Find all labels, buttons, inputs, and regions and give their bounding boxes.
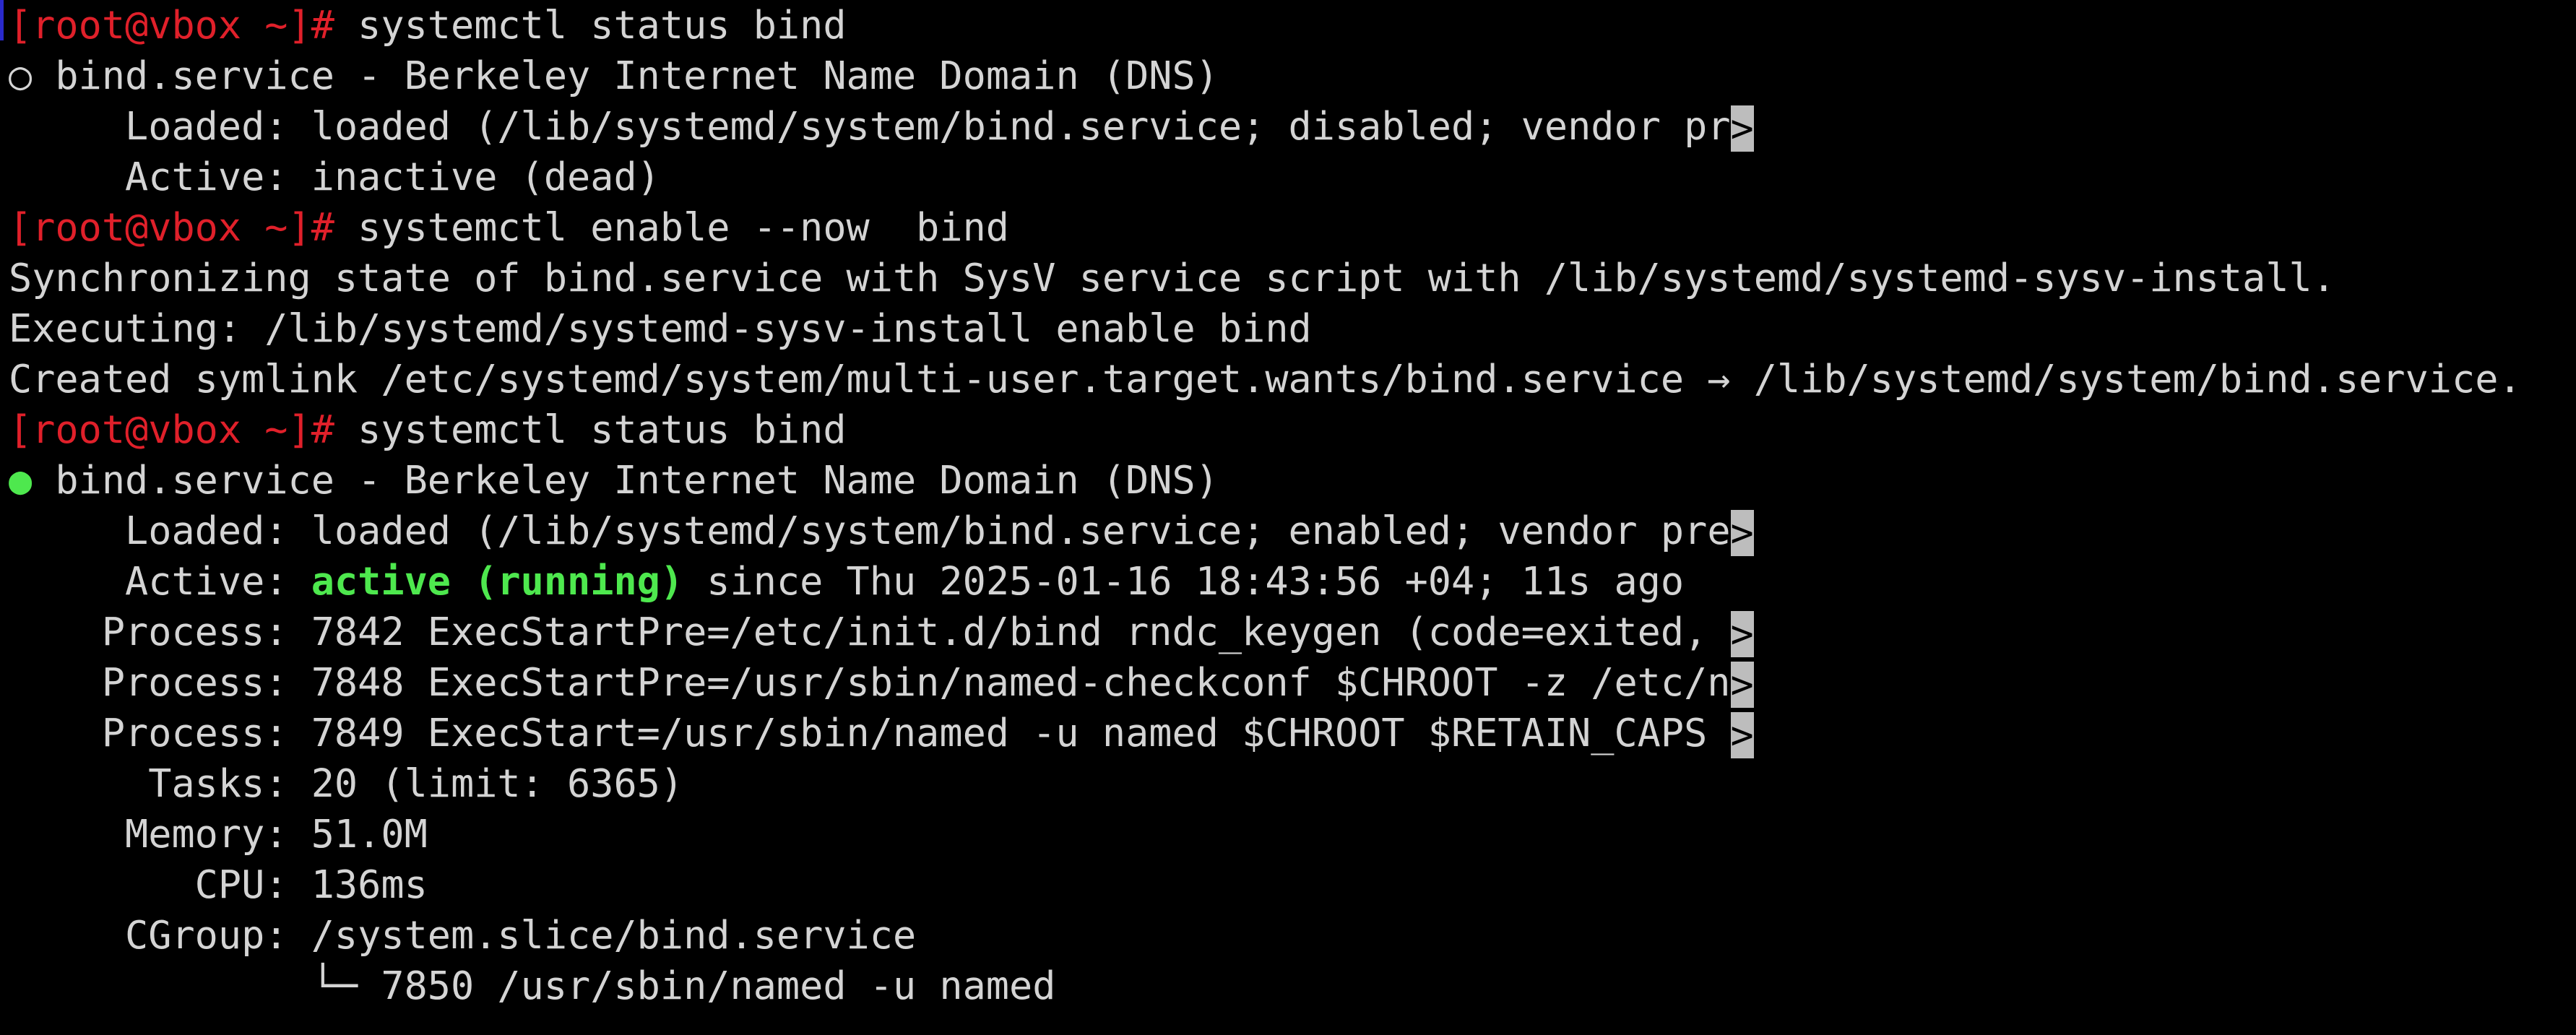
process-text: Process: 7848 ExecStartPre=/usr/sbin/nam… — [9, 659, 1731, 705]
active-state: active (running) — [311, 558, 684, 604]
cpu-line: CPU: 136ms — [9, 862, 428, 907]
cgroup-child-line: └─ 7850 /usr/sbin/named -u named — [9, 963, 1056, 1008]
loaded-label: Loaded: — [9, 103, 288, 149]
service-name: bind.service - Berkeley Internet Name Do… — [32, 53, 1219, 98]
status-dot-icon: ○ — [9, 53, 33, 98]
service-header: ○ bind.service - Berkeley Internet Name … — [9, 51, 1219, 101]
output-line: Synchronizing state of bind.service with… — [9, 255, 2335, 300]
truncation-marker-icon: > — [1730, 611, 1754, 658]
truncation-marker-icon: > — [1730, 662, 1754, 709]
truncation-marker-icon: > — [1730, 712, 1754, 759]
terminal-window[interactable]: [root@vbox ~]# systemctl status bind ○ b… — [0, 0, 2576, 1035]
memory-line: Memory: 51.0M — [9, 811, 428, 857]
process-text: Process: 7849 ExecStart=/usr/sbin/named … — [9, 710, 1731, 755]
loaded-line: Loaded: loaded (/lib/systemd/system/bind… — [9, 506, 1754, 557]
process-line: Process: 7842 ExecStartPre=/etc/init.d/b… — [9, 607, 1754, 658]
service-header: ● bind.service - Berkeley Internet Name … — [9, 455, 1219, 506]
tasks-line: Tasks: 20 (limit: 6365) — [9, 761, 684, 806]
command-line: [root@vbox ~]# systemctl status bind — [9, 0, 847, 51]
selection-marker — [0, 0, 4, 40]
active-line: Active: inactive (dead) — [9, 152, 660, 202]
loaded-label: Loaded: — [9, 508, 288, 553]
command-line: [root@vbox ~]# systemctl status bind — [9, 404, 847, 455]
cgroup-line: CGroup: /system.slice/bind.service — [9, 912, 917, 958]
shell-prompt: [root@vbox ~]# — [9, 2, 334, 48]
command-line: [root@vbox ~]# systemctl enable --now bi… — [9, 202, 1009, 253]
loaded-value: loaded (/lib/systemd/system/bind.service… — [288, 103, 1731, 149]
active-line: Active: active (running) since Thu 2025-… — [9, 556, 1684, 607]
output-line: Created symlink /etc/systemd/system/mult… — [9, 356, 2522, 402]
command-text: systemctl status bind — [334, 407, 847, 452]
active-label: Active: — [9, 558, 311, 604]
shell-prompt: [root@vbox ~]# — [9, 204, 334, 250]
process-text: Process: 7842 ExecStartPre=/etc/init.d/b… — [9, 609, 1731, 654]
truncation-marker-icon: > — [1730, 105, 1754, 152]
service-name: bind.service - Berkeley Internet Name Do… — [32, 457, 1219, 503]
status-dot-icon: ● — [9, 457, 33, 503]
loaded-value: loaded (/lib/systemd/system/bind.service… — [288, 508, 1731, 553]
process-line: Process: 7849 ExecStart=/usr/sbin/named … — [9, 708, 1754, 759]
truncation-marker-icon: > — [1730, 510, 1754, 557]
active-label: Active: — [9, 154, 288, 199]
loaded-line: Loaded: loaded (/lib/systemd/system/bind… — [9, 101, 1754, 152]
command-text: systemctl status bind — [334, 2, 847, 48]
active-since: since Thu 2025-01-16 18:43:56 +04; 11s a… — [683, 558, 1685, 604]
active-value: inactive (dead) — [288, 154, 660, 199]
output-line: Executing: /lib/systemd/systemd-sysv-ins… — [9, 306, 1312, 351]
shell-prompt: [root@vbox ~]# — [9, 407, 334, 452]
process-line: Process: 7848 ExecStartPre=/usr/sbin/nam… — [9, 657, 1754, 709]
command-text: systemctl enable --now bind — [334, 204, 1010, 250]
